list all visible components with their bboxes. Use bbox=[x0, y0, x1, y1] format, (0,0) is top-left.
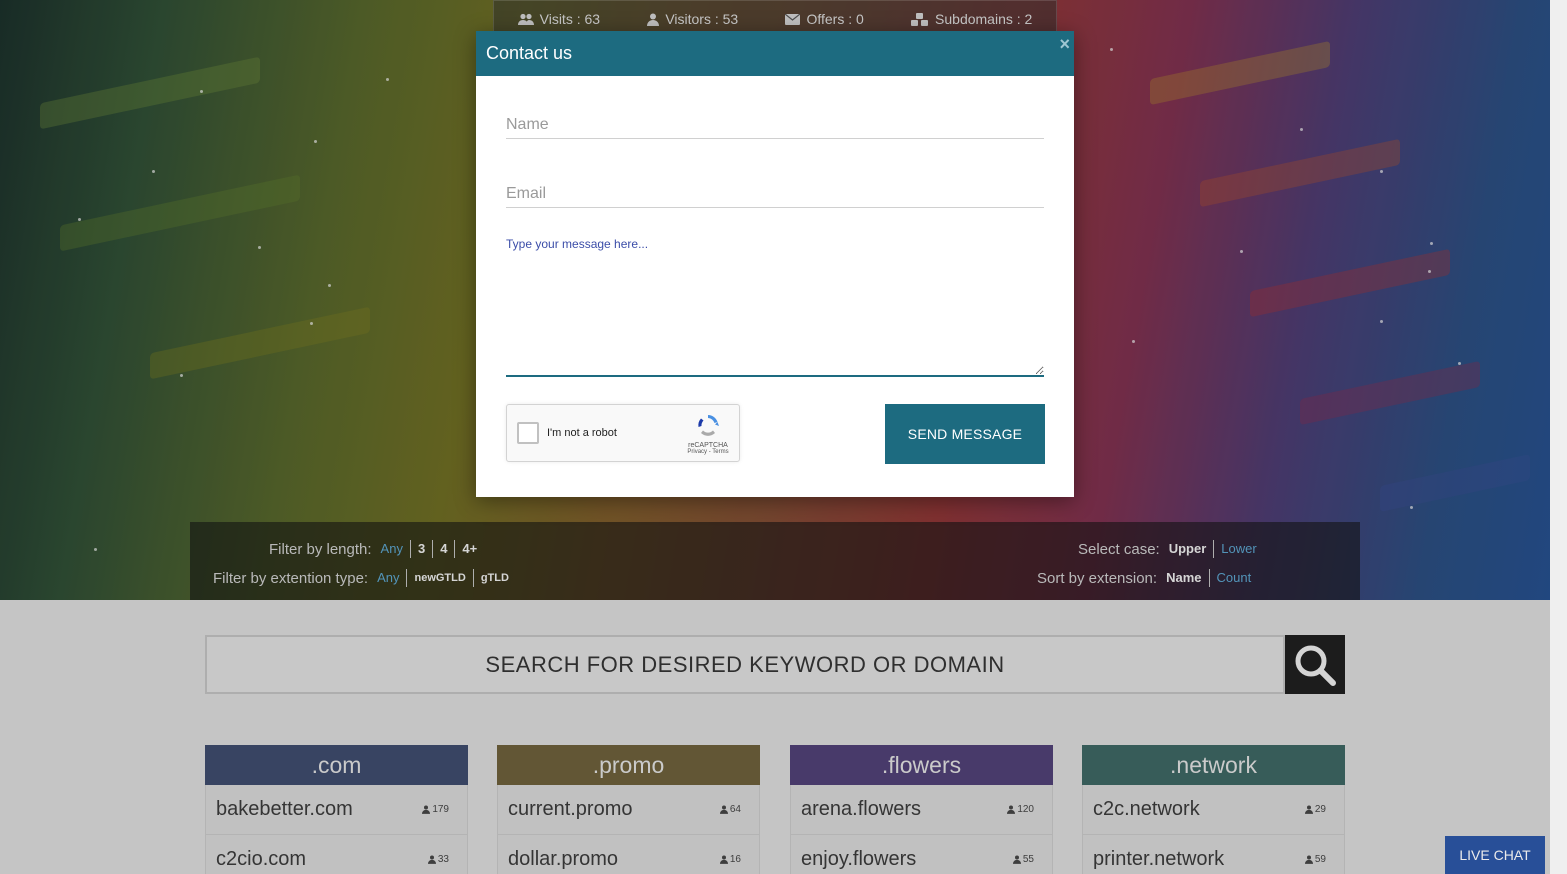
email-field[interactable] bbox=[506, 181, 1044, 208]
name-field[interactable] bbox=[506, 112, 1044, 139]
captcha-brand: reCAPTCHA bbox=[688, 442, 728, 449]
message-label: Type your message here... bbox=[506, 237, 649, 251]
send-message-button[interactable]: SEND MESSAGE bbox=[885, 404, 1045, 464]
recaptcha-widget: I'm not a robot reCAPTCHA Privacy - Term… bbox=[506, 404, 740, 462]
modal-header: Contact us × bbox=[476, 31, 1074, 76]
recaptcha-logo: reCAPTCHA Privacy - Terms bbox=[687, 413, 729, 455]
page-scrollbar[interactable] bbox=[1550, 0, 1567, 874]
message-textarea[interactable] bbox=[506, 253, 1044, 377]
close-icon[interactable]: × bbox=[1059, 34, 1070, 55]
captcha-checkbox[interactable] bbox=[517, 422, 539, 444]
captcha-terms[interactable]: Privacy - Terms bbox=[687, 449, 729, 455]
contact-modal: Contact us × Type your message here... I… bbox=[476, 31, 1074, 497]
modal-title: Contact us bbox=[486, 43, 573, 63]
captcha-label: I'm not a robot bbox=[547, 427, 617, 439]
recaptcha-icon bbox=[698, 415, 719, 436]
